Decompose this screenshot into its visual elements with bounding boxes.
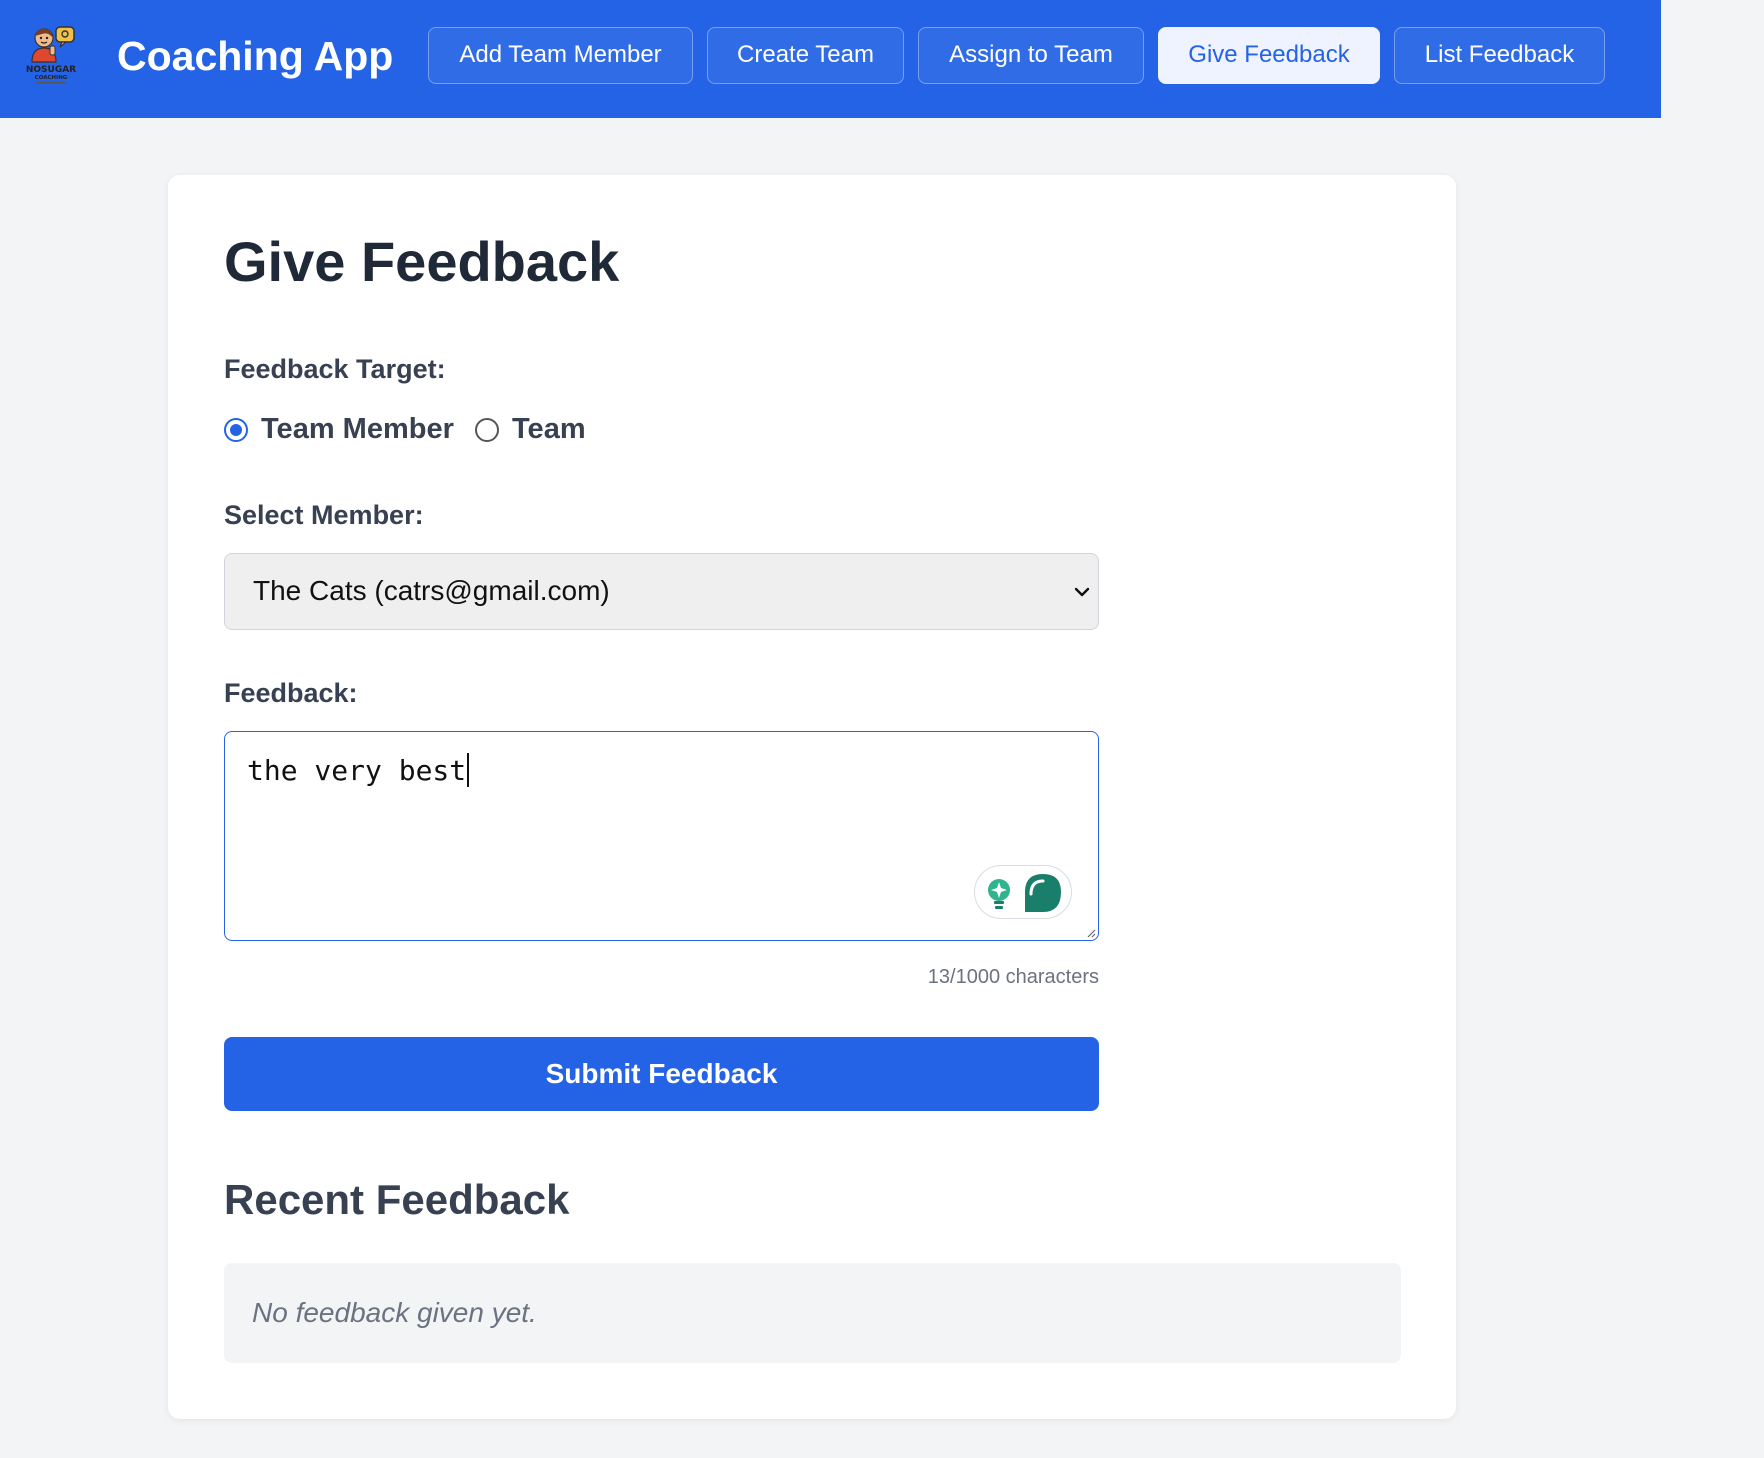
svg-text:NOSUGAR: NOSUGAR <box>26 65 76 75</box>
nav-add-team-member[interactable]: Add Team Member <box>428 27 693 84</box>
radio-team[interactable] <box>475 418 499 442</box>
top-navbar: NOSUGAR COACHING Coaching App Add Team M… <box>0 0 1661 118</box>
feedback-card: Give Feedback Feedback Target: Team Memb… <box>168 175 1456 1419</box>
nav-create-team[interactable]: Create Team <box>707 27 904 84</box>
text-caret <box>467 753 470 787</box>
character-counter: 13/1000 characters <box>927 966 1099 988</box>
writing-assistant-icon <box>988 874 1061 912</box>
feedback-label: Feedback: <box>224 678 358 708</box>
radio-team-label[interactable]: Team <box>512 411 586 447</box>
radio-team-member-label[interactable]: Team Member <box>261 411 454 447</box>
recent-feedback-title: Recent Feedback <box>224 1176 570 1223</box>
empty-state-text: No feedback given yet. <box>252 1297 537 1328</box>
member-select-value: The Cats (catrs@gmail.com) <box>253 575 610 606</box>
member-select[interactable]: The Cats (catrs@gmail.com) <box>224 553 1099 630</box>
recent-feedback-empty-state: No feedback given yet. <box>224 1263 1401 1363</box>
radio-team-member[interactable] <box>224 418 248 442</box>
page-title: Give Feedback <box>224 230 620 293</box>
feedback-target-label: Feedback Target: <box>224 354 446 384</box>
page-gutter <box>1661 0 1764 1458</box>
nav-list-feedback[interactable]: List Feedback <box>1394 27 1605 84</box>
chevron-down-icon <box>1074 587 1090 597</box>
app-title: Coaching App <box>117 33 394 79</box>
nav-assign-to-team[interactable]: Assign to Team <box>918 27 1144 84</box>
submit-feedback-button[interactable]: Submit Feedback <box>224 1037 1099 1111</box>
select-member-label: Select Member: <box>224 500 424 530</box>
feedback-text: the very best <box>247 752 470 790</box>
app-logo[interactable]: NOSUGAR COACHING <box>24 24 82 86</box>
resize-handle-icon[interactable] <box>1086 928 1096 938</box>
feedback-textarea[interactable]: the very best <box>224 731 1099 941</box>
writing-assistant-widget[interactable] <box>974 865 1072 919</box>
svg-text:COACHING: COACHING <box>35 75 68 81</box>
nav-give-feedback[interactable]: Give Feedback <box>1158 27 1380 84</box>
